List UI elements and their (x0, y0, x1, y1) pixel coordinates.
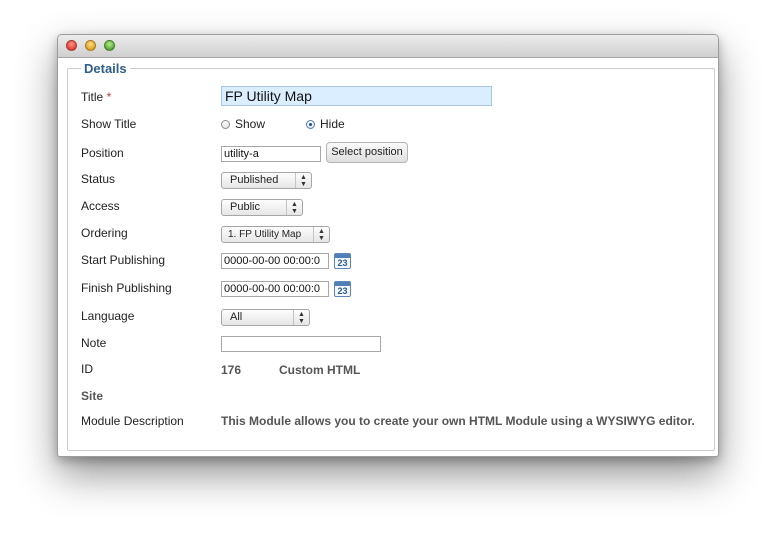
start-publishing-input[interactable]: 0000-00-00 00:00:0 (221, 253, 329, 269)
show-title-show-radio[interactable]: Show (221, 117, 265, 131)
module-description-value: This Module allows you to create your ow… (221, 414, 695, 428)
id-value: 176 (221, 363, 242, 377)
title-input[interactable]: FP Utility Map (221, 86, 492, 106)
show-option-label: Show (235, 117, 266, 131)
calendar-icon[interactable]: 23 (334, 253, 351, 269)
ordering-select[interactable]: 1. FP Utility Map ▲ ▼ (221, 226, 330, 243)
hide-option-label: Hide (320, 117, 345, 131)
select-arrows-icon: ▲ ▼ (293, 310, 309, 325)
zoom-icon[interactable] (104, 40, 115, 51)
position-input[interactable]: utility-a (221, 146, 321, 162)
select-arrows-icon: ▲ ▼ (295, 173, 311, 188)
language-label: Language (81, 309, 135, 323)
window-titlebar (58, 35, 718, 58)
note-input[interactable] (221, 336, 381, 352)
position-label: Position (81, 146, 124, 160)
show-title-hide-radio[interactable]: Hide (306, 117, 345, 131)
select-position-button[interactable]: Select position (326, 142, 408, 163)
status-value: Published (230, 174, 279, 186)
start-publishing-label: Start Publishing (81, 253, 166, 267)
details-legend: Details (81, 61, 130, 76)
select-arrows-icon: ▲ ▼ (313, 227, 329, 242)
access-value: Public (230, 201, 260, 213)
show-title-label: Show Title (81, 117, 137, 131)
calendar-icon[interactable]: 23 (334, 281, 351, 297)
access-select[interactable]: Public ▲ ▼ (221, 199, 303, 216)
module-description-label: Module Description (81, 414, 184, 428)
note-label: Note (81, 336, 107, 350)
close-icon[interactable] (66, 40, 77, 51)
finish-publishing-label: Finish Publishing (81, 281, 172, 295)
radio-unchecked-icon (221, 119, 230, 129)
radio-checked-icon (306, 119, 315, 129)
finish-publishing-input[interactable]: 0000-00-00 00:00:0 (221, 281, 329, 297)
site-heading: Site (81, 389, 104, 403)
id-label: ID (81, 362, 93, 376)
module-type: Custom HTML (279, 363, 361, 377)
status-select[interactable]: Published ▲ ▼ (221, 172, 312, 189)
language-select[interactable]: All ▲ ▼ (221, 309, 310, 326)
required-marker: * (106, 90, 112, 104)
ordering-value: 1. FP Utility Map (228, 229, 302, 240)
access-label: Access (81, 199, 120, 213)
ordering-label: Ordering (81, 226, 128, 240)
status-label: Status (81, 172, 116, 186)
minimize-icon[interactable] (85, 40, 96, 51)
title-label: Title * (81, 90, 112, 104)
language-value: All (230, 311, 243, 323)
select-arrows-icon: ▲ ▼ (286, 200, 302, 215)
